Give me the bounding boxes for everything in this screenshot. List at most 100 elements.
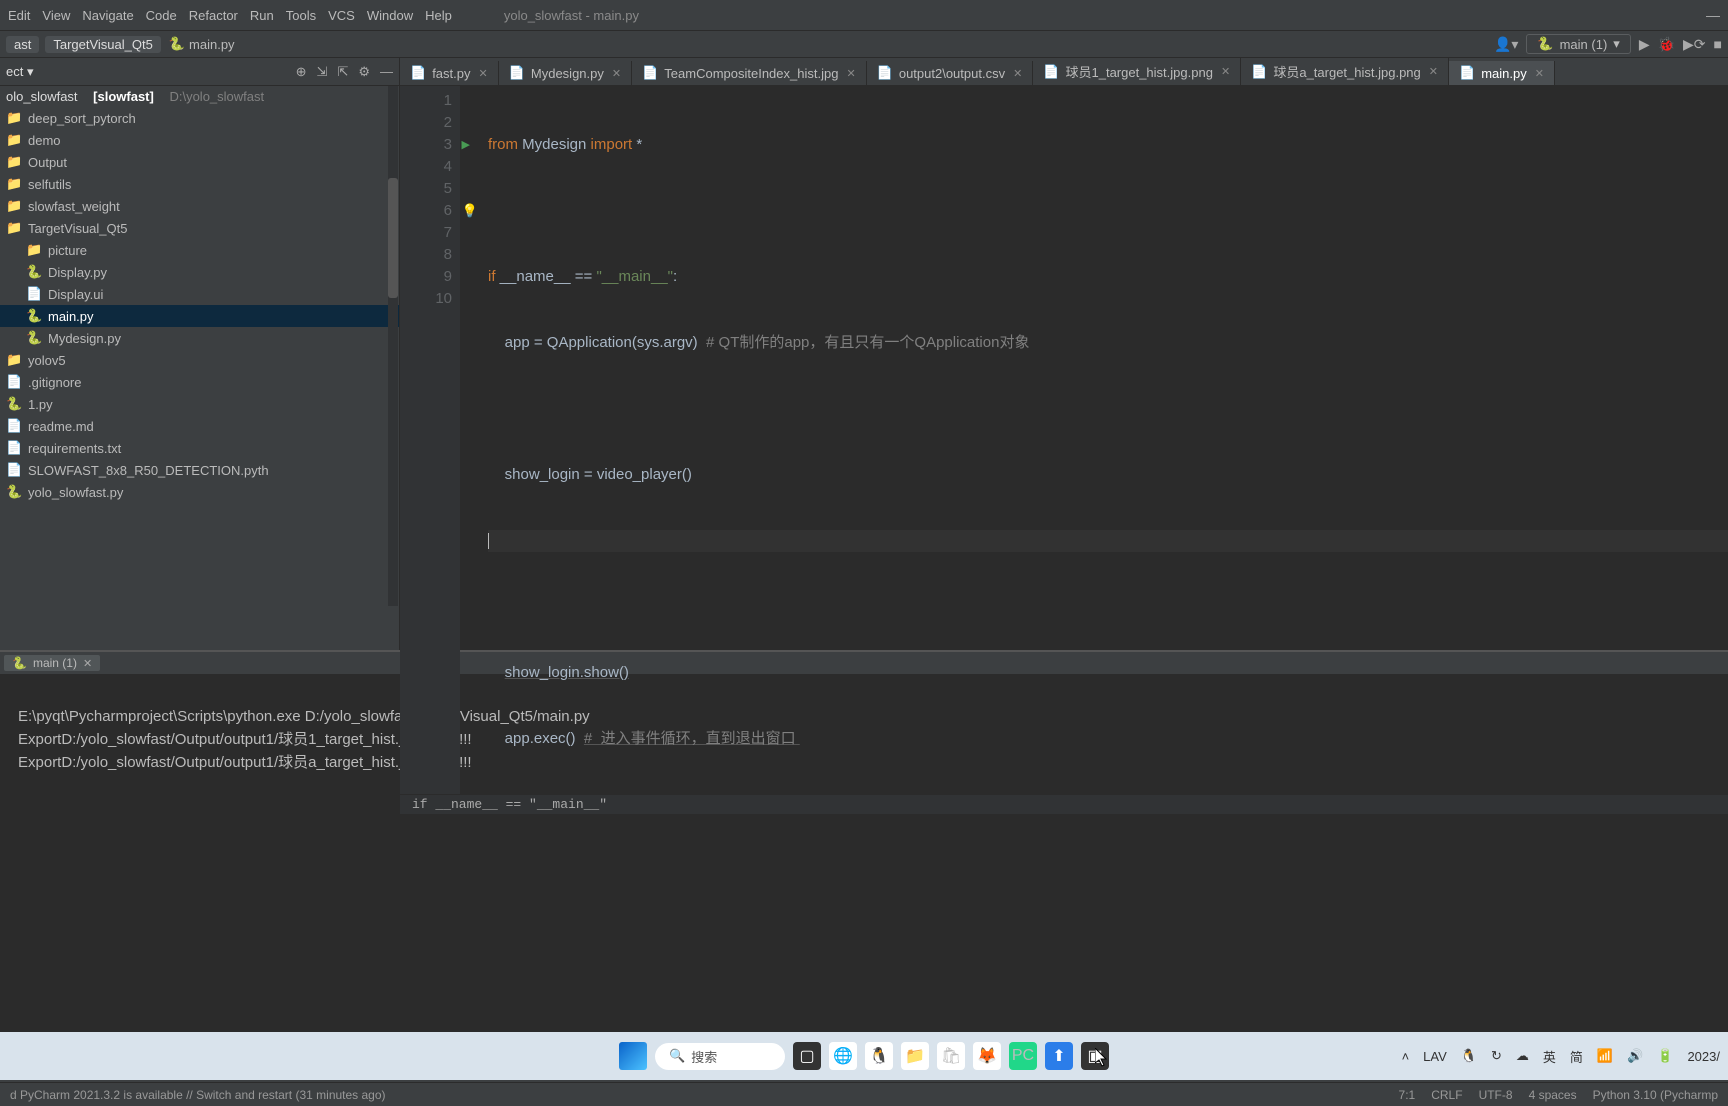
collapse-all-icon[interactable]: ⇱: [337, 64, 348, 80]
tree-item[interactable]: 🐍1.py: [0, 393, 399, 415]
project-label[interactable]: ect ▾: [6, 64, 33, 80]
indent-config[interactable]: 4 spaces: [1529, 1088, 1577, 1102]
wifi-icon[interactable]: 📶: [1597, 1048, 1613, 1064]
menu-navigate[interactable]: Navigate: [82, 8, 133, 23]
tree-item[interactable]: 📁TargetVisual_Qt5: [0, 217, 399, 239]
tree-item[interactable]: 🐍main.py: [0, 305, 399, 327]
tree-item[interactable]: 📁deep_sort_pytorch: [0, 107, 399, 129]
interpreter[interactable]: Python 3.10 (Pycharmp: [1593, 1088, 1718, 1102]
menu-help[interactable]: Help: [425, 8, 452, 23]
close-icon[interactable]: ✕: [846, 67, 855, 80]
ime-mode[interactable]: 简: [1570, 1047, 1583, 1066]
battery-icon[interactable]: 🔋: [1657, 1048, 1673, 1064]
ime-lang[interactable]: 英: [1543, 1047, 1556, 1066]
breadcrumb-file[interactable]: main.py: [189, 37, 235, 52]
firefox-icon[interactable]: 🦊: [973, 1042, 1001, 1070]
editor-tab[interactable]: 📄Mydesign.py✕: [499, 61, 632, 85]
task-view-icon[interactable]: ▢: [793, 1042, 821, 1070]
editor-tab[interactable]: 📄output2\output.csv✕: [867, 61, 1034, 85]
code-text[interactable]: from Mydesign import * if __name__ == "_…: [460, 86, 1728, 794]
select-opened-file-icon[interactable]: ⊕: [296, 64, 307, 80]
tree-item[interactable]: 🐍yolo_slowfast.py: [0, 481, 399, 503]
clock-date[interactable]: 2023/: [1687, 1049, 1720, 1064]
line-separator[interactable]: CRLF: [1431, 1088, 1462, 1102]
editor-tab[interactable]: 📄球员a_target_hist.jpg.png✕: [1241, 58, 1449, 85]
debug-button[interactable]: 🐞: [1658, 36, 1675, 53]
tray-app-icon[interactable]: 🐧: [1461, 1048, 1477, 1064]
tree-item-label: Display.py: [48, 265, 107, 280]
menu-run[interactable]: Run: [250, 8, 274, 23]
tree-item[interactable]: 📁picture: [0, 239, 399, 261]
tree-item[interactable]: 🐍Display.py: [0, 261, 399, 283]
run-config-selector[interactable]: 🐍 main (1) ▾: [1526, 34, 1630, 54]
start-button[interactable]: [619, 1042, 647, 1070]
tree-item-label: Mydesign.py: [48, 331, 121, 346]
menu-refactor[interactable]: Refactor: [189, 8, 238, 23]
project-tree[interactable]: olo_slowfast [slowfast] D:\yolo_slowfast…: [0, 86, 399, 650]
tray-cloud-icon[interactable]: ☁: [1516, 1048, 1529, 1064]
tree-item[interactable]: 📄readme.md: [0, 415, 399, 437]
editor-tab[interactable]: 📄球员1_target_hist.jpg.png✕: [1033, 58, 1241, 85]
app-icon[interactable]: ⬆: [1045, 1042, 1073, 1070]
status-message[interactable]: d PyCharm 2021.3.2 is available // Switc…: [10, 1088, 386, 1102]
close-icon[interactable]: ✕: [612, 67, 621, 80]
menu-tools[interactable]: Tools: [286, 8, 316, 23]
file-icon: 🐍: [26, 308, 42, 324]
qq-icon[interactable]: 🐧: [865, 1042, 893, 1070]
close-icon[interactable]: ✕: [1429, 65, 1438, 78]
menu-edit[interactable]: Edit: [8, 8, 30, 23]
close-icon[interactable]: ✕: [478, 67, 487, 80]
close-icon[interactable]: ✕: [1535, 67, 1544, 80]
stop-button[interactable]: ■: [1714, 36, 1722, 52]
tree-item[interactable]: 📁slowfast_weight: [0, 195, 399, 217]
terminal-app-icon[interactable]: ▣: [1081, 1042, 1109, 1070]
chevron-down-icon: ▾: [1613, 36, 1620, 52]
python-file-icon: 🐍: [169, 36, 185, 52]
taskbar-search[interactable]: 🔍搜索: [655, 1043, 785, 1070]
tree-item[interactable]: 📄Display.ui: [0, 283, 399, 305]
tray-chevron-icon[interactable]: ˄: [1402, 1049, 1410, 1064]
minimize-icon[interactable]: —: [1706, 7, 1720, 23]
edge-icon[interactable]: 🌐: [829, 1042, 857, 1070]
menu-view[interactable]: View: [42, 8, 70, 23]
breadcrumb-root[interactable]: ast: [6, 36, 39, 53]
project-root[interactable]: olo_slowfast [slowfast] D:\yolo_slowfast: [0, 86, 399, 107]
tree-item[interactable]: 📁Output: [0, 151, 399, 173]
run-button[interactable]: ▶: [1639, 36, 1650, 53]
tree-item[interactable]: 📁demo: [0, 129, 399, 151]
tree-item[interactable]: 📄.gitignore: [0, 371, 399, 393]
code-editor[interactable]: 1 2 3▶ 4 5 6💡 7 8 9 10 from Mydesign imp…: [400, 86, 1728, 794]
close-icon[interactable]: ✕: [83, 657, 92, 670]
menu-vcs[interactable]: VCS: [328, 8, 355, 23]
tray-sync-icon[interactable]: ↻: [1491, 1048, 1502, 1064]
tree-item[interactable]: 🐍Mydesign.py: [0, 327, 399, 349]
caret-position[interactable]: 7:1: [1399, 1088, 1416, 1102]
close-icon[interactable]: ✕: [1221, 65, 1230, 78]
run-gutter-icon[interactable]: ▶: [462, 134, 470, 156]
menu-window[interactable]: Window: [367, 8, 413, 23]
hide-icon[interactable]: —: [380, 64, 393, 80]
pycharm-icon[interactable]: PC: [1009, 1042, 1037, 1070]
tray-lav-icon[interactable]: LAV: [1423, 1049, 1447, 1064]
expand-all-icon[interactable]: ⇲: [317, 64, 328, 80]
run-tab[interactable]: 🐍 main (1) ✕: [4, 655, 100, 671]
tree-item[interactable]: 📁selfutils: [0, 173, 399, 195]
intention-bulb-icon[interactable]: 💡: [462, 200, 478, 222]
breadcrumb-folder[interactable]: TargetVisual_Qt5: [45, 36, 161, 53]
run-coverage-button[interactable]: ▶⟳: [1683, 36, 1706, 53]
close-icon[interactable]: ✕: [1013, 67, 1022, 80]
gear-icon[interactable]: ⚙: [358, 64, 370, 80]
store-icon[interactable]: 🛍: [937, 1042, 965, 1070]
editor-tab[interactable]: 📄fast.py✕: [400, 61, 499, 85]
scrollbar-thumb[interactable]: [388, 178, 398, 298]
tree-item[interactable]: 📄requirements.txt: [0, 437, 399, 459]
explorer-icon[interactable]: 📁: [901, 1042, 929, 1070]
user-icon[interactable]: 👤▾: [1494, 36, 1518, 53]
file-encoding[interactable]: UTF-8: [1479, 1088, 1513, 1102]
editor-tab[interactable]: 📄main.py✕: [1449, 61, 1555, 85]
menu-code[interactable]: Code: [146, 8, 177, 23]
tree-item[interactable]: 📄SLOWFAST_8x8_R50_DETECTION.pyth: [0, 459, 399, 481]
tree-item[interactable]: 📁yolov5: [0, 349, 399, 371]
editor-tab[interactable]: 📄TeamCompositeIndex_hist.jpg✕: [632, 61, 867, 85]
volume-icon[interactable]: 🔊: [1627, 1048, 1643, 1064]
